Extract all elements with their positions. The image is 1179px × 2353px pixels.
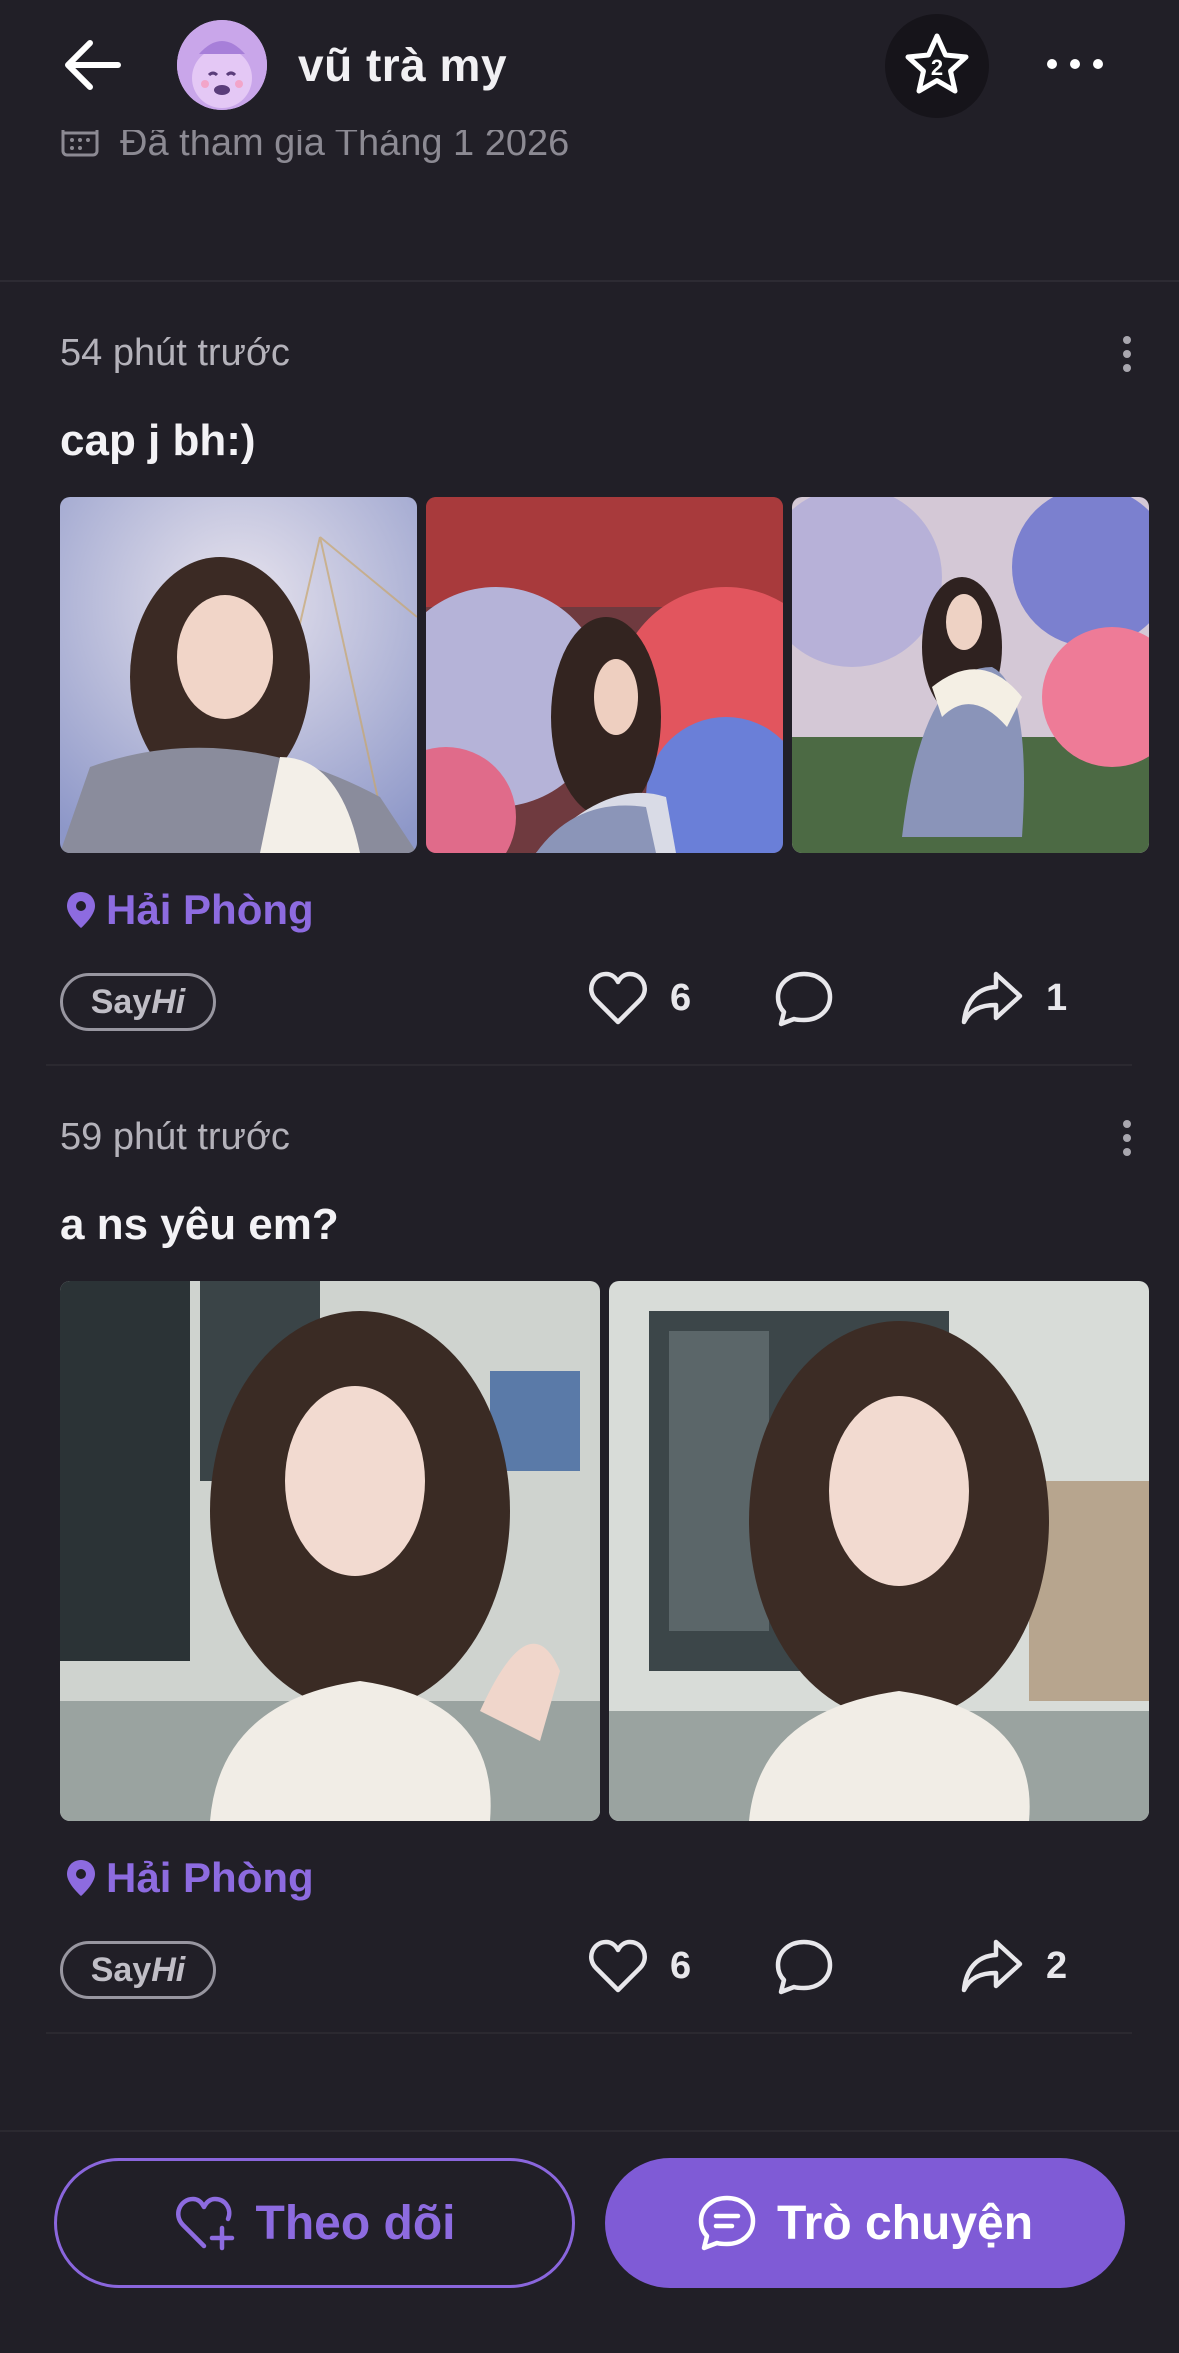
- like-count: 6: [670, 976, 692, 1019]
- sayhi-hi: Hi: [151, 982, 186, 1021]
- post-menu-button[interactable]: [1120, 1118, 1134, 1158]
- profile-page: Đã tham gia Tháng 1 2026 vũ trà my 2 54 …: [0, 0, 1179, 2353]
- star-badge-number: 2: [931, 55, 943, 80]
- share-count: 2: [1046, 1944, 1068, 1987]
- heart-icon: [589, 971, 647, 1025]
- follow-label: Theo dõi: [255, 2196, 456, 2250]
- sayhi-say: Say: [90, 1950, 152, 1989]
- post-divider: [46, 1064, 1132, 1066]
- post-photo[interactable]: [426, 497, 783, 853]
- post-time: 54 phút trước: [60, 332, 290, 374]
- comment-button[interactable]: [774, 1938, 834, 1996]
- location-pin-icon: [67, 892, 95, 928]
- post-location[interactable]: Hải Phòng: [64, 1854, 314, 1902]
- post-time: 59 phút trước: [60, 1116, 290, 1158]
- post-caption: cap j bh:): [60, 416, 256, 465]
- post-photo[interactable]: [792, 497, 1149, 853]
- top-bar: vũ trà my 2: [0, 0, 1179, 130]
- share-count: 1: [1046, 976, 1068, 1019]
- bottom-action-bar: Theo dõi Trò chuyện: [0, 2130, 1179, 2353]
- comment-icon: [775, 971, 833, 1027]
- share-arrow-icon: [961, 971, 1023, 1025]
- chat-bubble-icon: [698, 2195, 756, 2251]
- share-button[interactable]: 2: [960, 1938, 1067, 1994]
- arrow-left-icon: [65, 40, 121, 90]
- more-vertical-icon: [1123, 1120, 1131, 1156]
- like-count: 6: [670, 1944, 692, 1987]
- more-options-button[interactable]: [1040, 44, 1110, 84]
- share-button[interactable]: 1: [960, 970, 1067, 1026]
- location-pin-icon: [67, 1860, 95, 1896]
- avatar[interactable]: [177, 20, 267, 110]
- post-photo[interactable]: [60, 497, 417, 853]
- divider: [0, 280, 1179, 282]
- more-horizontal-icon: [1047, 59, 1103, 69]
- post-photo[interactable]: [609, 1281, 1149, 1821]
- location-text: Hải Phòng: [106, 1854, 314, 1901]
- post-menu-button[interactable]: [1120, 334, 1134, 374]
- chat-label: Trò chuyện: [776, 2196, 1034, 2250]
- comment-button[interactable]: [774, 970, 834, 1028]
- star-badge-icon: 2: [905, 33, 969, 94]
- chat-button[interactable]: Trò chuyện: [605, 2158, 1125, 2288]
- post-location[interactable]: Hải Phòng: [64, 886, 314, 934]
- location-text: Hải Phòng: [106, 886, 314, 933]
- sayhi-hi: Hi: [151, 1950, 186, 1989]
- share-arrow-icon: [961, 1939, 1023, 1993]
- post-photo[interactable]: [60, 1281, 600, 1821]
- like-button[interactable]: 6: [588, 1938, 691, 1994]
- star-button[interactable]: 2: [885, 14, 989, 118]
- back-button[interactable]: [58, 30, 128, 100]
- sayhi-say: Say: [90, 982, 152, 1021]
- more-vertical-icon: [1123, 336, 1131, 372]
- like-button[interactable]: 6: [588, 970, 691, 1026]
- profile-name: vũ trà my: [298, 39, 508, 91]
- heart-plus-icon: [175, 2196, 234, 2251]
- comment-icon: [775, 1939, 833, 1995]
- post-caption: a ns yêu em?: [60, 1200, 339, 1249]
- heart-icon: [589, 1939, 647, 1993]
- sayhi-button[interactable]: Say Hi: [60, 1941, 216, 1999]
- follow-button[interactable]: Theo dõi: [54, 2158, 575, 2288]
- post-divider: [46, 2032, 1132, 2034]
- sayhi-button[interactable]: Say Hi: [60, 973, 216, 1031]
